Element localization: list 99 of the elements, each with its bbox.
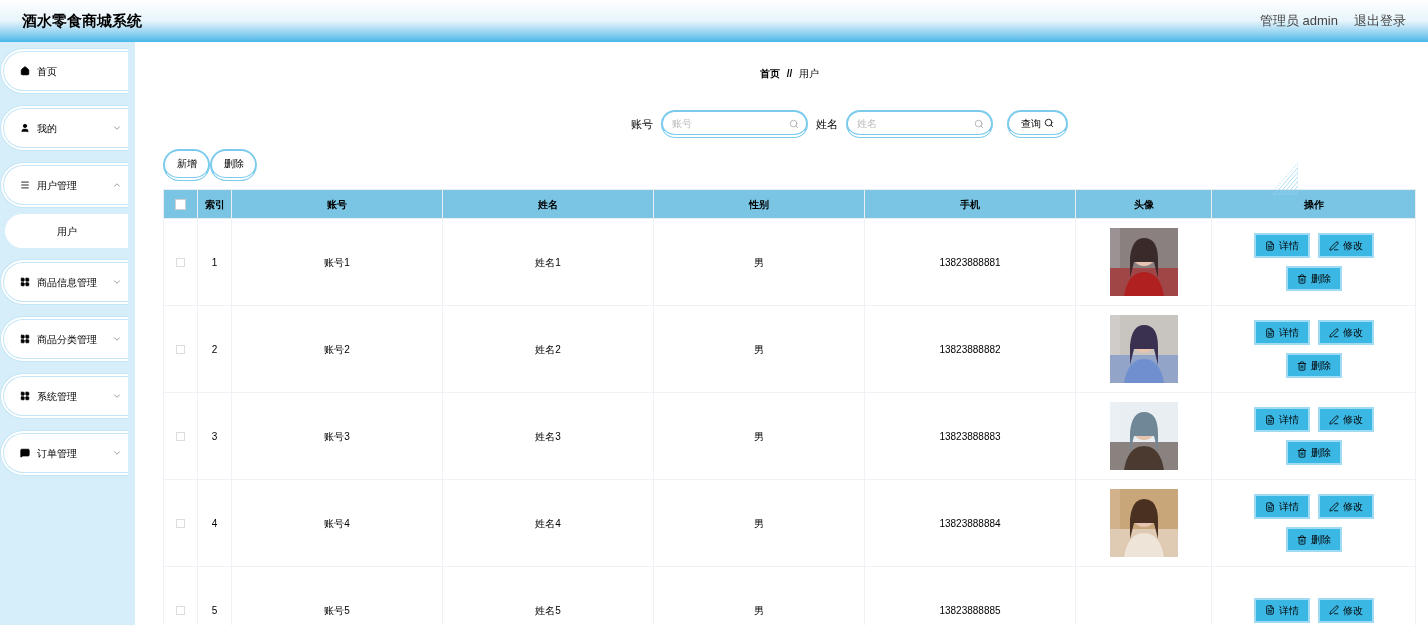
table-cell: 13823888882 — [864, 305, 1076, 393]
admin-label: 管理员 admin — [1259, 12, 1338, 31]
trash-icon — [1296, 447, 1307, 458]
row-checkbox[interactable] — [176, 605, 185, 615]
sidebar-item[interactable]: 系统管理 — [0, 373, 128, 419]
column-header: 头像 — [1075, 189, 1212, 219]
edit-button[interactable]: 修改 — [1317, 320, 1374, 345]
sidebar-item-icon — [20, 277, 30, 287]
sidebar-subitem[interactable]: 用户 — [5, 214, 128, 248]
table-cell: 2 — [197, 305, 232, 393]
sidebar-item[interactable]: 首页 — [0, 48, 128, 94]
pencil-icon — [1328, 327, 1339, 338]
table-cell: 姓名3 — [442, 392, 654, 480]
sidebar-item-icon — [20, 66, 30, 76]
row-checkbox[interactable] — [176, 431, 185, 441]
document-icon — [1264, 605, 1275, 615]
chevron-icon — [112, 123, 122, 133]
trash-icon — [1296, 360, 1307, 371]
sidebar-item[interactable]: 我的 — [0, 105, 128, 151]
document-icon — [1264, 240, 1275, 251]
document-icon — [1264, 501, 1275, 512]
delete-button[interactable]: 删除 — [1285, 266, 1342, 291]
trash-icon — [1296, 534, 1307, 545]
sidebar-item-icon — [20, 334, 30, 344]
delete-button[interactable]: 删除 — [1285, 440, 1342, 465]
row-checkbox[interactable] — [176, 257, 185, 267]
table-cell: 13823888883 — [864, 392, 1076, 480]
table-cell: 姓名4 — [442, 479, 654, 567]
trash-icon — [1296, 273, 1307, 284]
document-icon — [1264, 327, 1275, 338]
logout-link[interactable]: 退出登录 — [1354, 11, 1406, 31]
pencil-icon — [1328, 414, 1339, 425]
table-cell: 4 — [197, 479, 232, 567]
detail-button[interactable]: 详情 — [1253, 320, 1310, 345]
chevron-icon — [112, 391, 122, 401]
table-cell: 账号1 — [231, 218, 443, 306]
sidebar-item[interactable]: 商品分类管理 — [0, 316, 128, 362]
sidebar-item[interactable]: 订单管理 — [0, 430, 128, 476]
sidebar-item[interactable]: 商品信息管理 — [0, 259, 128, 305]
table-cell: 姓名1 — [442, 218, 654, 306]
table-cell: 3 — [197, 392, 232, 480]
detail-button[interactable]: 详情 — [1253, 494, 1310, 519]
sidebar-item-icon — [20, 391, 30, 401]
detail-button[interactable]: 详情 — [1253, 597, 1310, 623]
search-field[interactable]: 账号 — [661, 110, 808, 139]
sidebar-item-icon — [20, 180, 30, 190]
chevron-icon — [112, 180, 122, 190]
table-cell: 男 — [653, 392, 865, 480]
row-checkbox[interactable] — [176, 518, 185, 528]
field-label: 姓名 — [816, 116, 838, 132]
breadcrumb-separator: // — [786, 67, 793, 81]
table-cell: 账号2 — [231, 305, 443, 393]
document-icon — [1264, 414, 1275, 425]
table-cell: 男 — [653, 479, 865, 567]
table-cell: 13823888881 — [864, 218, 1076, 306]
table-cell: 姓名2 — [442, 305, 654, 393]
column-header: 索引 — [197, 189, 232, 219]
delete-button[interactable]: 删除 — [210, 148, 257, 181]
column-header: 姓名 — [442, 189, 654, 219]
pencil-icon — [1328, 501, 1339, 512]
table-cell: 账号4 — [231, 479, 443, 567]
table-cell: 男 — [653, 305, 865, 393]
detail-button[interactable]: 详情 — [1253, 407, 1310, 432]
app-title: 酒水零食商城系统 — [22, 10, 142, 31]
sidebar-item-icon — [20, 448, 30, 458]
delete-button[interactable]: 删除 — [1285, 353, 1342, 378]
table-cell: 账号3 — [231, 392, 443, 480]
field-label: 账号 — [631, 116, 653, 132]
chevron-icon — [112, 334, 122, 344]
edit-button[interactable]: 修改 — [1317, 494, 1374, 519]
column-header: 手机 — [864, 189, 1076, 219]
column-header: 操作 — [1211, 189, 1416, 219]
edit-button[interactable]: 修改 — [1317, 597, 1374, 623]
hatch-decoration — [1270, 163, 1298, 195]
pencil-icon — [1328, 240, 1339, 251]
edit-button[interactable]: 修改 — [1317, 407, 1374, 432]
table-cell: 男 — [653, 218, 865, 306]
detail-button[interactable]: 详情 — [1253, 233, 1310, 258]
table-cell: 13823888884 — [864, 479, 1076, 567]
add-button[interactable]: 新增 — [163, 148, 210, 181]
edit-button[interactable]: 修改 — [1317, 233, 1374, 258]
search-icon — [789, 118, 799, 129]
sidebar-item[interactable]: 用户管理 — [0, 162, 128, 208]
table-cell: 1 — [197, 218, 232, 306]
sidebar-item-icon — [20, 123, 30, 133]
chevron-icon — [112, 277, 122, 287]
column-header: 性别 — [653, 189, 865, 219]
chevron-icon — [112, 448, 122, 458]
delete-button[interactable]: 删除 — [1285, 527, 1342, 552]
breadcrumb-item[interactable]: 首页 — [759, 66, 780, 100]
row-checkbox[interactable] — [176, 344, 185, 354]
search-icon — [1044, 118, 1054, 128]
select-all-checkbox[interactable] — [175, 198, 186, 210]
column-header: 账号 — [231, 189, 443, 219]
pencil-icon — [1328, 605, 1339, 615]
query-button[interactable]: 查询 — [1007, 110, 1068, 138]
breadcrumb-item: 用户 — [799, 67, 820, 81]
search-icon — [974, 118, 984, 129]
search-field[interactable]: 姓名 — [846, 110, 993, 139]
